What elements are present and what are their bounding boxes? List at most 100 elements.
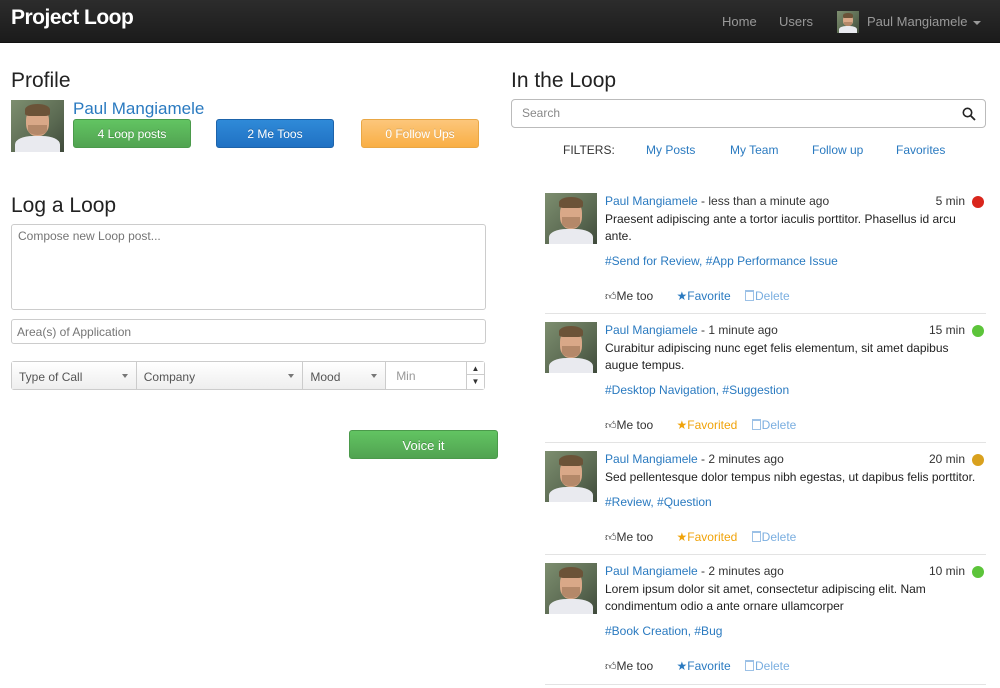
post-author-link[interactable]: Paul Mangiamele [605, 194, 698, 208]
star-icon: ★ [676, 659, 688, 673]
nav-avatar[interactable] [837, 11, 859, 33]
delete-action[interactable]: Delete [751, 418, 796, 432]
stepper-up-icon[interactable]: ▲ [467, 362, 484, 375]
company-select[interactable]: Company [136, 362, 304, 389]
star-icon: ★ [676, 418, 688, 432]
favorite-action[interactable]: ★Favorite [677, 659, 731, 673]
search-input[interactable]: Search [511, 99, 986, 128]
dropdown-arrow-icon [288, 374, 295, 378]
minutes-stepper[interactable]: Min ▲ ▼ [386, 362, 484, 389]
filter-favorites[interactable]: Favorites [896, 143, 945, 157]
post-actions: 👍︎Me too ★Favorite Delete [605, 659, 790, 673]
voice-it-button[interactable]: Voice it [349, 430, 498, 459]
dropdown-arrow-icon [121, 374, 128, 378]
post-avatar [545, 563, 597, 614]
trash-icon [745, 290, 754, 301]
me-too-action[interactable]: 👍︎Me too [605, 418, 653, 432]
post-duration: 5 min [935, 194, 965, 208]
mood-label: Mood [310, 370, 341, 384]
nav-user-name: Paul Mangiamele [867, 14, 968, 29]
me-toos-button[interactable]: 2 Me Toos [216, 119, 334, 148]
favorite-label: Favorite [687, 659, 731, 673]
post-tags[interactable]: #Review, #Question [605, 495, 712, 509]
thumbs-up-icon: 👍︎ [605, 532, 617, 544]
favorite-label: Favorited [687, 530, 738, 544]
log-a-loop-heading: Log a Loop [11, 194, 117, 217]
star-icon: ★ [676, 530, 688, 544]
stepper-down-icon[interactable]: ▼ [467, 375, 484, 388]
follow-ups-button[interactable]: 0 Follow Ups [361, 119, 479, 148]
post-actions: 👍︎Me too ★Favorite Delete [605, 289, 790, 303]
post-timestamp: - less than a minute ago [697, 194, 830, 208]
delete-action[interactable]: Delete [745, 659, 790, 673]
me-too-label: Me too [616, 289, 654, 303]
post-avatar [545, 193, 597, 244]
status-dot [972, 566, 984, 578]
trash-icon [751, 419, 761, 430]
post-body: Lorem ipsum dolor sit amet, consectetur … [605, 582, 926, 613]
caret-down-icon [973, 20, 982, 25]
nav-home-link[interactable]: Home [722, 14, 757, 29]
star-icon: ★ [676, 289, 688, 303]
delete-action[interactable]: Delete [751, 530, 797, 544]
in-the-loop-heading: In the Loop [511, 69, 617, 92]
profile-name-link[interactable]: Paul Mangiamele [73, 99, 204, 119]
nav-user-menu[interactable]: Paul Mangiamele [867, 14, 982, 29]
areas-of-application-input[interactable] [11, 319, 486, 344]
post-timestamp: - 2 minutes ago [697, 452, 784, 466]
loop-post: Paul Mangiamele - 1 minute ago 15 min Cu… [545, 314, 986, 443]
me-too-action[interactable]: 👍︎Me too [605, 289, 653, 303]
post-options-row: Type of Call Company Mood Min ▲ ▼ [11, 361, 485, 390]
filter-follow-up[interactable]: Follow up [812, 143, 863, 157]
favorite-action[interactable]: ★Favorited [677, 530, 738, 544]
post-body: Sed pellentesque dolor tempus nibh egest… [605, 470, 976, 484]
post-duration: 20 min [928, 452, 965, 466]
type-of-call-select[interactable]: Type of Call [12, 362, 137, 389]
loop-posts-button[interactable]: 4 Loop posts [73, 119, 191, 148]
stepper-buttons: ▲ ▼ [466, 362, 484, 389]
me-too-action[interactable]: 👍︎Me too [605, 659, 653, 673]
trash-icon [745, 660, 754, 671]
post-author-link[interactable]: Paul Mangiamele [605, 323, 698, 337]
post-timestamp: - 1 minute ago [697, 323, 778, 337]
favorite-action[interactable]: ★Favorited [677, 418, 738, 432]
status-dot [972, 196, 984, 208]
filter-my-posts[interactable]: My Posts [646, 143, 695, 157]
loop-post: Paul Mangiamele - 2 minutes ago 10 min L… [545, 555, 986, 685]
status-dot [972, 325, 984, 337]
compose-post-textarea[interactable] [11, 224, 486, 310]
delete-label: Delete [761, 530, 797, 544]
navbar: Project Loop Home Users Paul Mangiamele [0, 0, 1000, 43]
post-body: Praesent adipiscing ante a tortor iaculi… [605, 212, 956, 243]
me-too-label: Me too [616, 418, 654, 432]
filter-my-team[interactable]: My Team [730, 143, 778, 157]
post-avatar [545, 451, 597, 502]
type-of-call-label: Type of Call [19, 370, 83, 384]
post-avatar [545, 322, 597, 373]
thumbs-up-icon: 👍︎ [605, 420, 617, 432]
search-icon[interactable] [962, 107, 976, 121]
post-tags[interactable]: #Book Creation, #Bug [605, 624, 722, 638]
post-tags[interactable]: #Desktop Navigation, #Suggestion [605, 383, 789, 397]
post-header: Paul Mangiamele - 2 minutes ago [605, 564, 784, 578]
nav-users-link[interactable]: Users [779, 14, 813, 29]
filters-label: FILTERS: [563, 143, 615, 157]
dropdown-arrow-icon [371, 374, 378, 378]
me-too-action[interactable]: 👍︎Me too [605, 530, 653, 544]
post-author-link[interactable]: Paul Mangiamele [605, 452, 698, 466]
post-tags[interactable]: #Send for Review, #App Performance Issue [605, 254, 838, 268]
brand-logo[interactable]: Project Loop [11, 6, 134, 30]
post-header: Paul Mangiamele - 1 minute ago [605, 323, 778, 337]
post-actions: 👍︎Me too ★Favorited Delete [605, 530, 796, 544]
delete-label: Delete [755, 659, 790, 673]
post-body: Curabitur adipiscing nunc eget felis ele… [605, 341, 949, 372]
search-placeholder: Search [522, 106, 561, 120]
post-author-link[interactable]: Paul Mangiamele [605, 564, 698, 578]
delete-label: Delete [755, 289, 790, 303]
me-too-label: Me too [616, 659, 654, 673]
mood-select[interactable]: Mood [303, 362, 387, 389]
company-label: Company [143, 370, 196, 384]
delete-action[interactable]: Delete [745, 289, 790, 303]
favorite-action[interactable]: ★Favorite [677, 289, 731, 303]
profile-heading: Profile [11, 69, 71, 92]
